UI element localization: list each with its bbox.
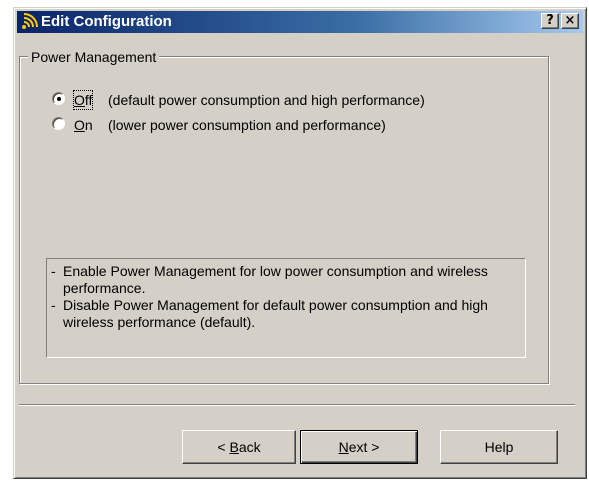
title-bar[interactable]: Edit Configuration ? × (17, 11, 583, 33)
wireless-signal-icon (22, 13, 38, 29)
separator-line (19, 404, 575, 406)
next-hotkey: N (338, 439, 349, 455)
radio-circle[interactable] (52, 117, 65, 130)
close-icon: × (564, 13, 576, 28)
info-text: Enable Power Management for low power co… (63, 263, 488, 296)
question-mark-icon: ? (546, 13, 554, 28)
back-rest: ack (238, 439, 261, 455)
info-bullet: - (51, 297, 56, 313)
close-button[interactable]: × (561, 13, 579, 29)
radio-on-description: (lower power consumption and performance… (108, 117, 386, 133)
back-prefix: < (217, 439, 230, 455)
info-bullet: - (51, 263, 56, 279)
info-panel: - Enable Power Management for low power … (46, 258, 526, 358)
next-button[interactable]: Next > (300, 430, 418, 464)
radio-off-description: (default power consumption and high perf… (108, 92, 425, 108)
radio-selected-dot (57, 97, 61, 101)
info-text: Disable Power Management for default pow… (63, 297, 488, 330)
help-button[interactable]: Help (440, 430, 558, 464)
dialog-title: Edit Configuration (41, 13, 172, 30)
back-hotkey: B (229, 439, 239, 455)
back-button[interactable]: < Back (182, 430, 296, 464)
help-title-button[interactable]: ? (541, 13, 559, 29)
radio-circle[interactable] (52, 92, 65, 105)
info-line: - Enable Power Management for low power … (51, 263, 519, 297)
group-legend: Power Management (28, 49, 160, 65)
next-rest: ext > (348, 439, 380, 455)
help-label: Help (484, 439, 514, 455)
radio-on-label: On (74, 117, 93, 133)
info-line: - Disable Power Management for default p… (51, 297, 519, 331)
radio-off-label: Off (72, 90, 94, 110)
